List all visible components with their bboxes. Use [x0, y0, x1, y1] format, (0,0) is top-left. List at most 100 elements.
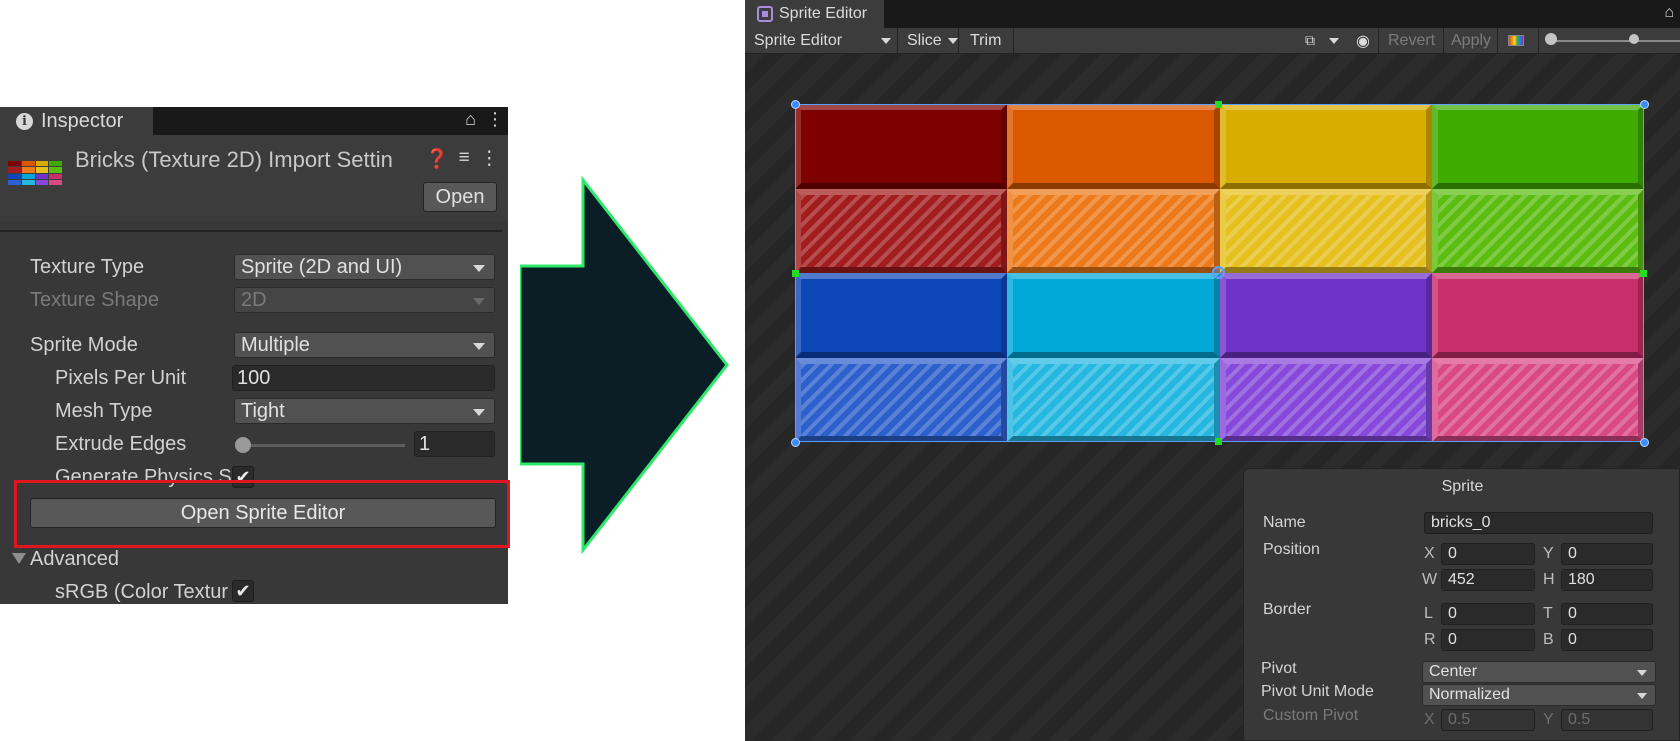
position-w-field[interactable]: 452: [1441, 569, 1535, 591]
toolbar-divider: [1013, 28, 1014, 53]
color-channels-button[interactable]: [1508, 28, 1524, 53]
brick-sprite-8[interactable]: [795, 273, 1008, 358]
custom-x-axis-label: X: [1424, 711, 1435, 728]
info-icon: i: [16, 112, 33, 130]
help-icon[interactable]: ❓: [425, 147, 449, 171]
corner-handle-top-right[interactable]: [1640, 100, 1649, 109]
texture-type-value: Sprite (2D and UI): [241, 255, 403, 278]
lock-icon[interactable]: ⌂: [1664, 4, 1674, 22]
inspector-tab[interactable]: i Inspector: [0, 107, 153, 135]
r-axis-label: R: [1424, 631, 1436, 648]
srgb-label: sRGB (Color Textur: [55, 581, 229, 603]
border-b-field[interactable]: 0: [1561, 629, 1653, 651]
inspector-tab-label: Inspector: [41, 109, 124, 132]
kebab-menu-icon[interactable]: ⋮: [486, 109, 504, 130]
pixels-per-unit-field[interactable]: 100: [232, 365, 495, 391]
slice-button[interactable]: Slice: [907, 28, 958, 53]
pivot-label: Pivot: [1261, 660, 1297, 677]
name-field[interactable]: bricks_0: [1424, 512, 1653, 534]
trim-button[interactable]: Trim: [970, 28, 1001, 53]
chevron-down-icon: [1637, 670, 1647, 676]
layers-icon[interactable]: ⧉: [1305, 28, 1315, 53]
eye-icon[interactable]: ◉: [1356, 28, 1370, 53]
border-r-field[interactable]: 0: [1441, 629, 1535, 651]
edge-handle-left[interactable]: [792, 270, 799, 277]
pivot-unit-mode-label: Pivot Unit Mode: [1261, 683, 1374, 700]
extrude-edges-label: Extrude Edges: [55, 433, 187, 455]
toolbar-divider: [1378, 28, 1379, 53]
brick-sprite-0[interactable]: [795, 104, 1008, 189]
brick-sprite-6[interactable]: [1219, 188, 1432, 273]
brick-sprite-14[interactable]: [1219, 357, 1432, 442]
header-icons: ❓ ≡ ⋮: [425, 147, 499, 171]
pivot-unit-mode-dropdown[interactable]: Normalized: [1422, 684, 1656, 706]
advanced-foldout-label[interactable]: Advanced: [30, 548, 119, 571]
extrude-edges-slider-handle[interactable]: [235, 437, 251, 453]
custom-pivot-y-field: 0.5: [1561, 709, 1653, 731]
sprite-panel-title: Sprite: [1441, 478, 1484, 495]
toolbar-divider: [1443, 28, 1444, 53]
pixels-per-unit-label: Pixels Per Unit: [55, 367, 187, 389]
t-axis-label: T: [1543, 605, 1553, 622]
chevron-down-icon: [473, 409, 485, 416]
srgb-checkbox[interactable]: ✔: [232, 580, 254, 602]
sprite-editor-tab-bar: Sprite Editor ⌂: [745, 0, 1680, 28]
custom-pivot-label: Custom Pivot: [1263, 707, 1359, 724]
corner-handle-bottom-right[interactable]: [1640, 438, 1649, 447]
brick-sprite-1[interactable]: [1007, 104, 1220, 189]
pivot-dropdown[interactable]: Center: [1422, 661, 1656, 683]
sprite-mode-label: Sprite Mode: [30, 334, 138, 356]
extrude-edges-slider-track[interactable]: [235, 444, 405, 447]
toolbar-divider: [897, 28, 898, 53]
texture-type-dropdown[interactable]: Sprite (2D and UI): [234, 254, 495, 280]
edge-handle-right[interactable]: [1640, 270, 1647, 277]
brick-sprite-13[interactable]: [1007, 357, 1220, 442]
brick-sprite-5[interactable]: [1007, 188, 1220, 273]
edge-handle-top[interactable]: [1215, 101, 1222, 108]
advanced-foldout-icon[interactable]: [12, 553, 26, 564]
inspector-tab-bar: i Inspector ⌂ ⋮: [0, 107, 508, 135]
edge-handle-bottom[interactable]: [1215, 438, 1222, 445]
mode-dropdown[interactable]: Sprite Editor: [754, 28, 842, 53]
toolbar-divider: [1538, 28, 1539, 53]
mesh-type-dropdown[interactable]: Tight: [234, 398, 495, 424]
chevron-down-icon: [1329, 38, 1339, 44]
position-y-field[interactable]: 0: [1561, 543, 1653, 565]
lock-icon[interactable]: ⌂: [465, 109, 476, 130]
zoom-slider-handle[interactable]: [1545, 33, 1557, 45]
sprite-mode-value: Multiple: [241, 333, 310, 356]
brick-sprite-9[interactable]: [1007, 273, 1220, 358]
brick-sprite-10[interactable]: [1219, 273, 1432, 358]
brick-sprite-15[interactable]: [1431, 357, 1644, 442]
y-axis-label: Y: [1543, 545, 1554, 562]
position-x-field[interactable]: 0: [1441, 543, 1535, 565]
corner-handle-top-left[interactable]: [791, 100, 800, 109]
border-t-field[interactable]: 0: [1561, 603, 1653, 625]
mip-slider-handle[interactable]: [1629, 34, 1639, 44]
apply-button[interactable]: Apply: [1451, 28, 1491, 53]
zoom-slider-track[interactable]: [1548, 40, 1680, 42]
sprite-mode-dropdown[interactable]: Multiple: [234, 332, 495, 358]
toolbar-divider: [1497, 28, 1498, 53]
brick-sprite-7[interactable]: [1431, 188, 1644, 273]
kebab-menu-icon[interactable]: ⋮: [480, 147, 499, 171]
brick-sprite-11[interactable]: [1431, 273, 1644, 358]
brick-sprite-3[interactable]: [1431, 104, 1644, 189]
pivot-handle[interactable]: [1212, 266, 1225, 279]
position-h-field[interactable]: 180: [1561, 569, 1653, 591]
brick-sprite-12[interactable]: [795, 357, 1008, 442]
brick-sprite-2[interactable]: [1219, 104, 1432, 189]
brick-sprite-4[interactable]: [795, 188, 1008, 273]
texture-type-label: Texture Type: [30, 256, 145, 278]
texture-shape-dropdown: 2D: [234, 287, 495, 313]
sprite-editor-tab[interactable]: Sprite Editor: [745, 0, 884, 28]
open-button[interactable]: Open: [423, 182, 497, 212]
extrude-edges-field[interactable]: 1: [414, 431, 495, 457]
trim-label: Trim: [970, 31, 1002, 49]
revert-button[interactable]: Revert: [1388, 28, 1435, 53]
preset-settings-icon[interactable]: ≡: [459, 147, 470, 171]
border-l-field[interactable]: 0: [1441, 603, 1535, 625]
corner-handle-bottom-left[interactable]: [791, 438, 800, 447]
chevron-down-icon: [473, 343, 485, 350]
h-axis-label: H: [1543, 571, 1555, 588]
